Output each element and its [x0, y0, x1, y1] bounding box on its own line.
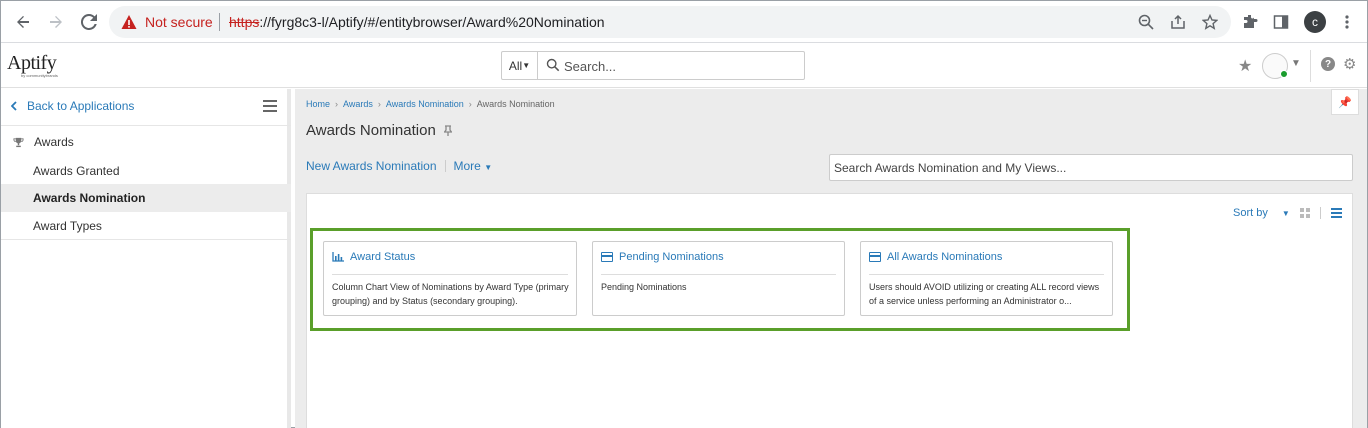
- card-title: All Awards Nominations: [887, 251, 1003, 263]
- action-bar: New Awards Nomination More ▼: [306, 159, 492, 173]
- not-secure-label[interactable]: Not secure: [145, 14, 213, 30]
- settings-gear-icon[interactable]: ⚙: [1343, 55, 1356, 73]
- extensions-icon[interactable]: [1239, 11, 1261, 33]
- hamburger-menu-icon[interactable]: [263, 100, 277, 112]
- bookmark-star-icon[interactable]: [1201, 13, 1219, 31]
- sidebar-group-awards[interactable]: Awards: [13, 135, 74, 149]
- breadcrumb-separator: ›: [468, 99, 472, 109]
- zoom-icon[interactable]: [1137, 13, 1155, 31]
- forward-arrow-icon[interactable]: [44, 10, 68, 34]
- action-divider: [444, 160, 446, 172]
- breadcrumb-home[interactable]: Home: [306, 99, 330, 109]
- pushpin-icon: 📌: [1338, 96, 1352, 109]
- sidebar-item-awards-granted[interactable]: Awards Granted: [1, 157, 291, 185]
- online-status-dot: [1280, 70, 1288, 78]
- tile-view-icon[interactable]: [1299, 208, 1310, 218]
- views-panel: Sort by ▼ Award Status Column Chart View…: [306, 193, 1353, 428]
- main-content: Home › Awards › Awards Nomination › Awards Nom…: [295, 89, 1367, 428]
- logo-subtitle: by communitybrands: [21, 73, 58, 78]
- logo-text: Aptify: [7, 52, 57, 74]
- help-icon[interactable]: ?: [1321, 57, 1335, 71]
- sidebar-divider: [1, 125, 291, 126]
- sidebar-group-label: Awards: [34, 135, 74, 149]
- card-divider: [869, 274, 1104, 275]
- side-panel-icon[interactable]: [1270, 11, 1292, 33]
- page-title-text: Awards Nomination: [306, 122, 436, 139]
- new-awards-nomination-link[interactable]: New Awards Nomination: [306, 159, 437, 173]
- card-title: Pending Nominations: [619, 251, 724, 263]
- address-bar[interactable]: Not secure https://fyrg8c3-l/Aptify/#/en…: [109, 6, 1231, 38]
- profile-avatar[interactable]: c: [1304, 11, 1326, 33]
- sort-by-label: Sort by: [1233, 207, 1268, 219]
- breadcrumb-separator: ›: [377, 99, 381, 109]
- grid-view-icon: [601, 252, 613, 262]
- sidebar-item-label: Awards Granted: [33, 164, 120, 178]
- back-arrow-icon[interactable]: [11, 10, 35, 34]
- favorites-star-icon[interactable]: ★: [1238, 56, 1252, 76]
- breadcrumb-current: Awards Nomination: [476, 99, 555, 109]
- view-card-award-status[interactable]: Award Status Column Chart View of Nomina…: [323, 241, 577, 316]
- trophy-icon: [13, 137, 24, 147]
- card-title-link[interactable]: Pending Nominations: [601, 251, 724, 263]
- views-search: [829, 154, 1353, 181]
- sidebar: Back to Applications Awards Awards Grant…: [1, 89, 291, 428]
- search-scope-label: All: [508, 58, 523, 73]
- card-description: Users should AVOID utilizing or creating…: [869, 282, 1100, 306]
- global-search-input[interactable]: [564, 56, 794, 76]
- sidebar-item-label: Awards Nomination: [33, 191, 146, 205]
- chevron-left-icon: [11, 101, 17, 111]
- sort-by-dropdown[interactable]: Sort by: [1233, 207, 1268, 219]
- global-search: All ▼: [501, 51, 805, 80]
- card-title: Award Status: [350, 251, 416, 263]
- caret-down-icon: ▼: [522, 61, 531, 70]
- header-divider: [1310, 50, 1311, 82]
- sort-controls: Sort by ▼: [1233, 207, 1342, 219]
- pin-icon[interactable]: [443, 125, 452, 136]
- browser-toolbar: Not secure https://fyrg8c3-l/Aptify/#/en…: [1, 1, 1367, 43]
- sidebar-item-awards-nomination[interactable]: Awards Nomination: [1, 184, 291, 212]
- grid-view-icon: [869, 252, 881, 262]
- view-toggle-divider: [1319, 207, 1321, 219]
- sidebar-item-label: Award Types: [33, 219, 102, 233]
- views-search-input[interactable]: [830, 155, 1352, 180]
- sidebar-item-award-types[interactable]: Award Types: [1, 212, 291, 240]
- omnibox-divider: [219, 13, 220, 31]
- breadcrumb-awards-nomination[interactable]: Awards Nomination: [386, 99, 464, 109]
- search-scope-dropdown[interactable]: All ▼: [502, 52, 538, 79]
- list-view-icon[interactable]: [1330, 208, 1342, 218]
- back-to-applications-label: Back to Applications: [27, 99, 135, 113]
- card-title-link[interactable]: Award Status: [332, 251, 415, 263]
- aptify-logo[interactable]: Aptify by communitybrands: [7, 53, 71, 83]
- card-description: Column Chart View of Nominations by Awar…: [332, 282, 569, 306]
- warning-icon: [121, 15, 137, 29]
- breadcrumb: Home › Awards › Awards Nomination › Awards Nom…: [306, 99, 555, 109]
- sidebar-list-end-divider: [1, 239, 291, 240]
- kebab-menu-icon[interactable]: [1336, 11, 1358, 33]
- bar-chart-icon: [332, 252, 344, 262]
- url-scheme: https: [229, 14, 260, 30]
- card-divider: [601, 274, 836, 275]
- url-path: ://fyrg8c3-l/Aptify/#/entitybrowser/Awar…: [259, 14, 605, 30]
- more-dropdown[interactable]: More ▼: [454, 159, 493, 173]
- user-menu-caret-icon[interactable]: ▼: [1291, 58, 1301, 69]
- caret-down-icon[interactable]: ▼: [1282, 209, 1290, 218]
- card-title-link[interactable]: All Awards Nominations: [869, 251, 1002, 263]
- search-icon: [546, 58, 560, 72]
- reload-icon[interactable]: [77, 10, 101, 34]
- page-title: Awards Nomination: [306, 122, 452, 139]
- breadcrumb-awards[interactable]: Awards: [343, 99, 373, 109]
- view-card-all-awards-nominations[interactable]: All Awards Nominations Users should AVOI…: [860, 241, 1113, 316]
- caret-down-icon: ▼: [484, 163, 493, 172]
- card-divider: [332, 274, 568, 275]
- pin-panel-button[interactable]: 📌: [1331, 89, 1359, 115]
- url-text[interactable]: https://fyrg8c3-l/Aptify/#/entitybrowser…: [229, 14, 605, 30]
- app-header: Aptify by communitybrands All▼ ★ ▼ ? ⚙: [1, 44, 1367, 88]
- share-icon[interactable]: [1169, 13, 1187, 31]
- back-to-applications-link[interactable]: Back to Applications: [11, 99, 134, 113]
- view-card-pending-nominations[interactable]: Pending Nominations Pending Nominations: [592, 241, 845, 316]
- more-label: More: [453, 159, 481, 173]
- breadcrumb-separator: ›: [335, 99, 339, 109]
- card-description: Pending Nominations: [601, 282, 687, 292]
- highlight-box: Award Status Column Chart View of Nomina…: [310, 228, 1130, 331]
